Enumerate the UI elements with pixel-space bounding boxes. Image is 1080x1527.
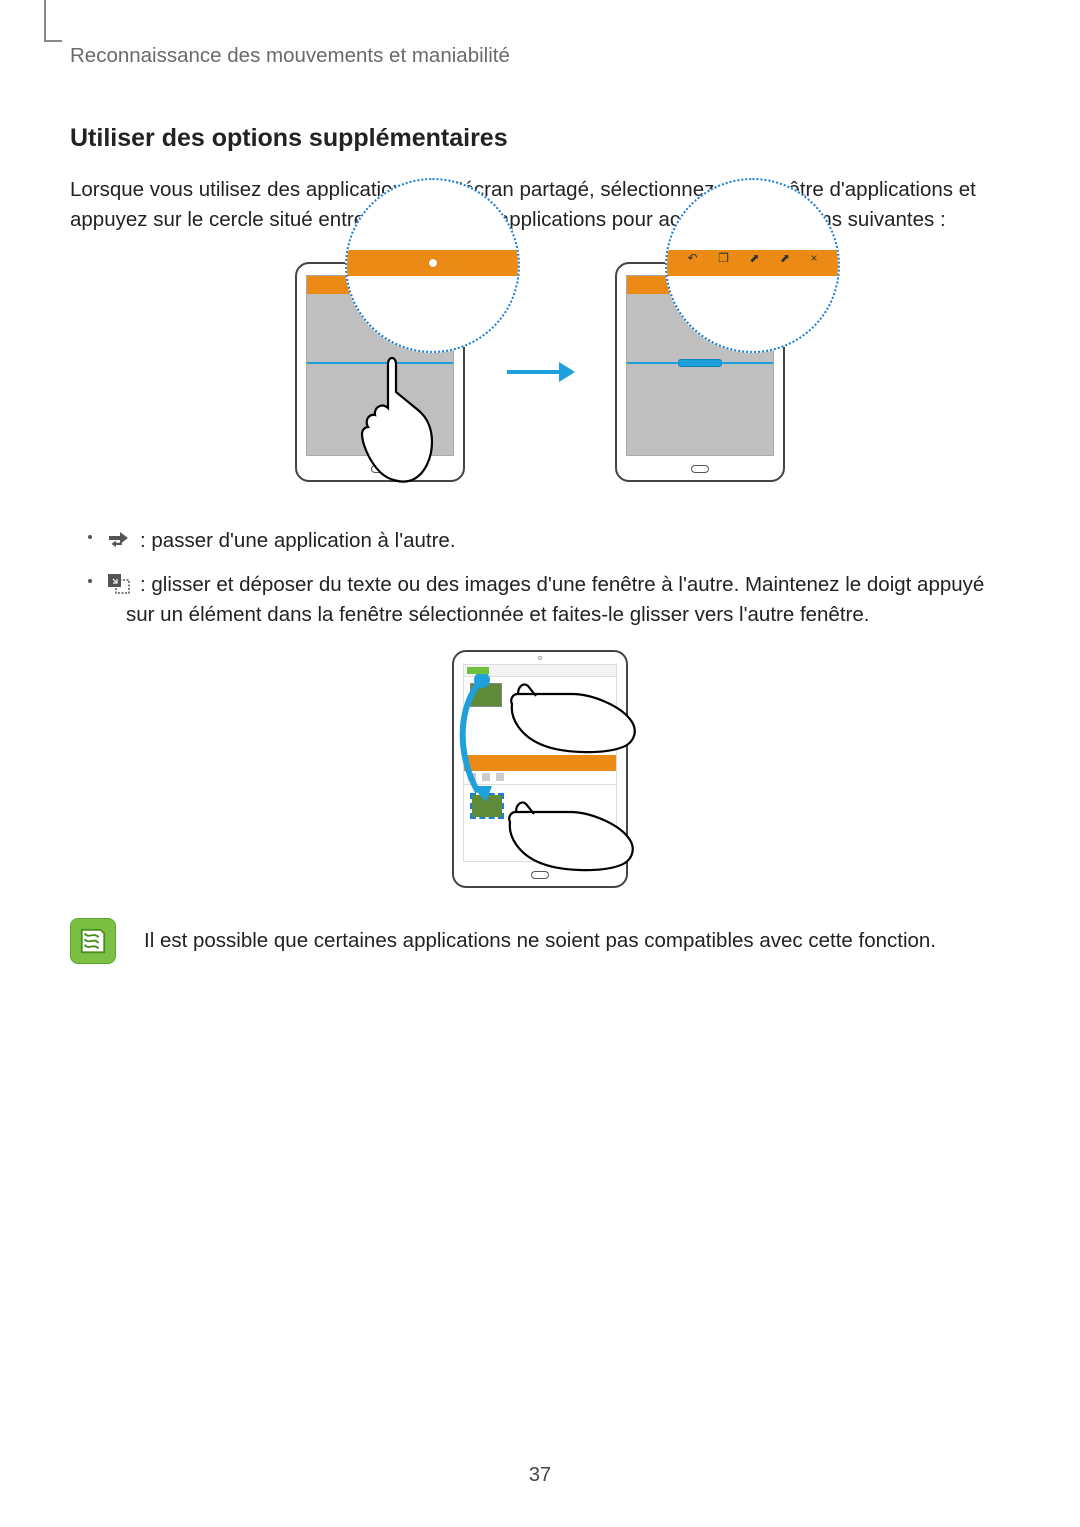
page-number: 37 [529,1464,551,1487]
swap-icon: ↶ [688,251,698,265]
expand-icon: ⬈ [749,251,759,265]
figure-split-screen-options: ↶ ❐ ⬈ ⬈ × [70,262,1010,482]
zoom-bubble-handle [345,178,520,353]
note-icon [70,918,116,964]
bullet-drag-drop: : glisser et déposer du texte ou des ima… [70,570,1010,629]
close-icon: × [810,251,817,265]
drag-icon: ❐ [718,251,729,265]
tablet-drag-drop [452,650,628,888]
figure-drag-drop [70,650,1010,888]
page-corner-decoration [44,0,62,42]
note-text: Il est possible que certaines applicatio… [144,929,936,953]
zoom-bubble-options-bar: ↶ ❐ ⬈ ⬈ × [665,178,840,353]
swap-apps-icon [104,528,132,552]
bullet-swap-text: : passer d'une application à l'autre. [126,529,456,552]
options-bullet-list: : passer d'une application à l'autre. : … [70,526,1010,629]
arrow-right-icon [505,357,575,387]
bullet-drag-text: : glisser et déposer du texte ou des ima… [126,573,984,626]
chapter-header: Reconnaissance des mouvements et maniabi… [70,44,1010,68]
drag-content-icon [104,572,134,596]
intro-paragraph: Lorsque vous utilisez des applications s… [70,175,1010,234]
note-block: Il est possible que certaines applicatio… [70,918,1010,964]
bullet-swap-apps: : passer d'une application à l'autre. [70,526,1010,556]
maximize-icon: ⬈ [780,251,790,265]
section-title: Utiliser des options supplémentaires [70,124,1010,153]
curved-arrow-icon [452,674,512,804]
